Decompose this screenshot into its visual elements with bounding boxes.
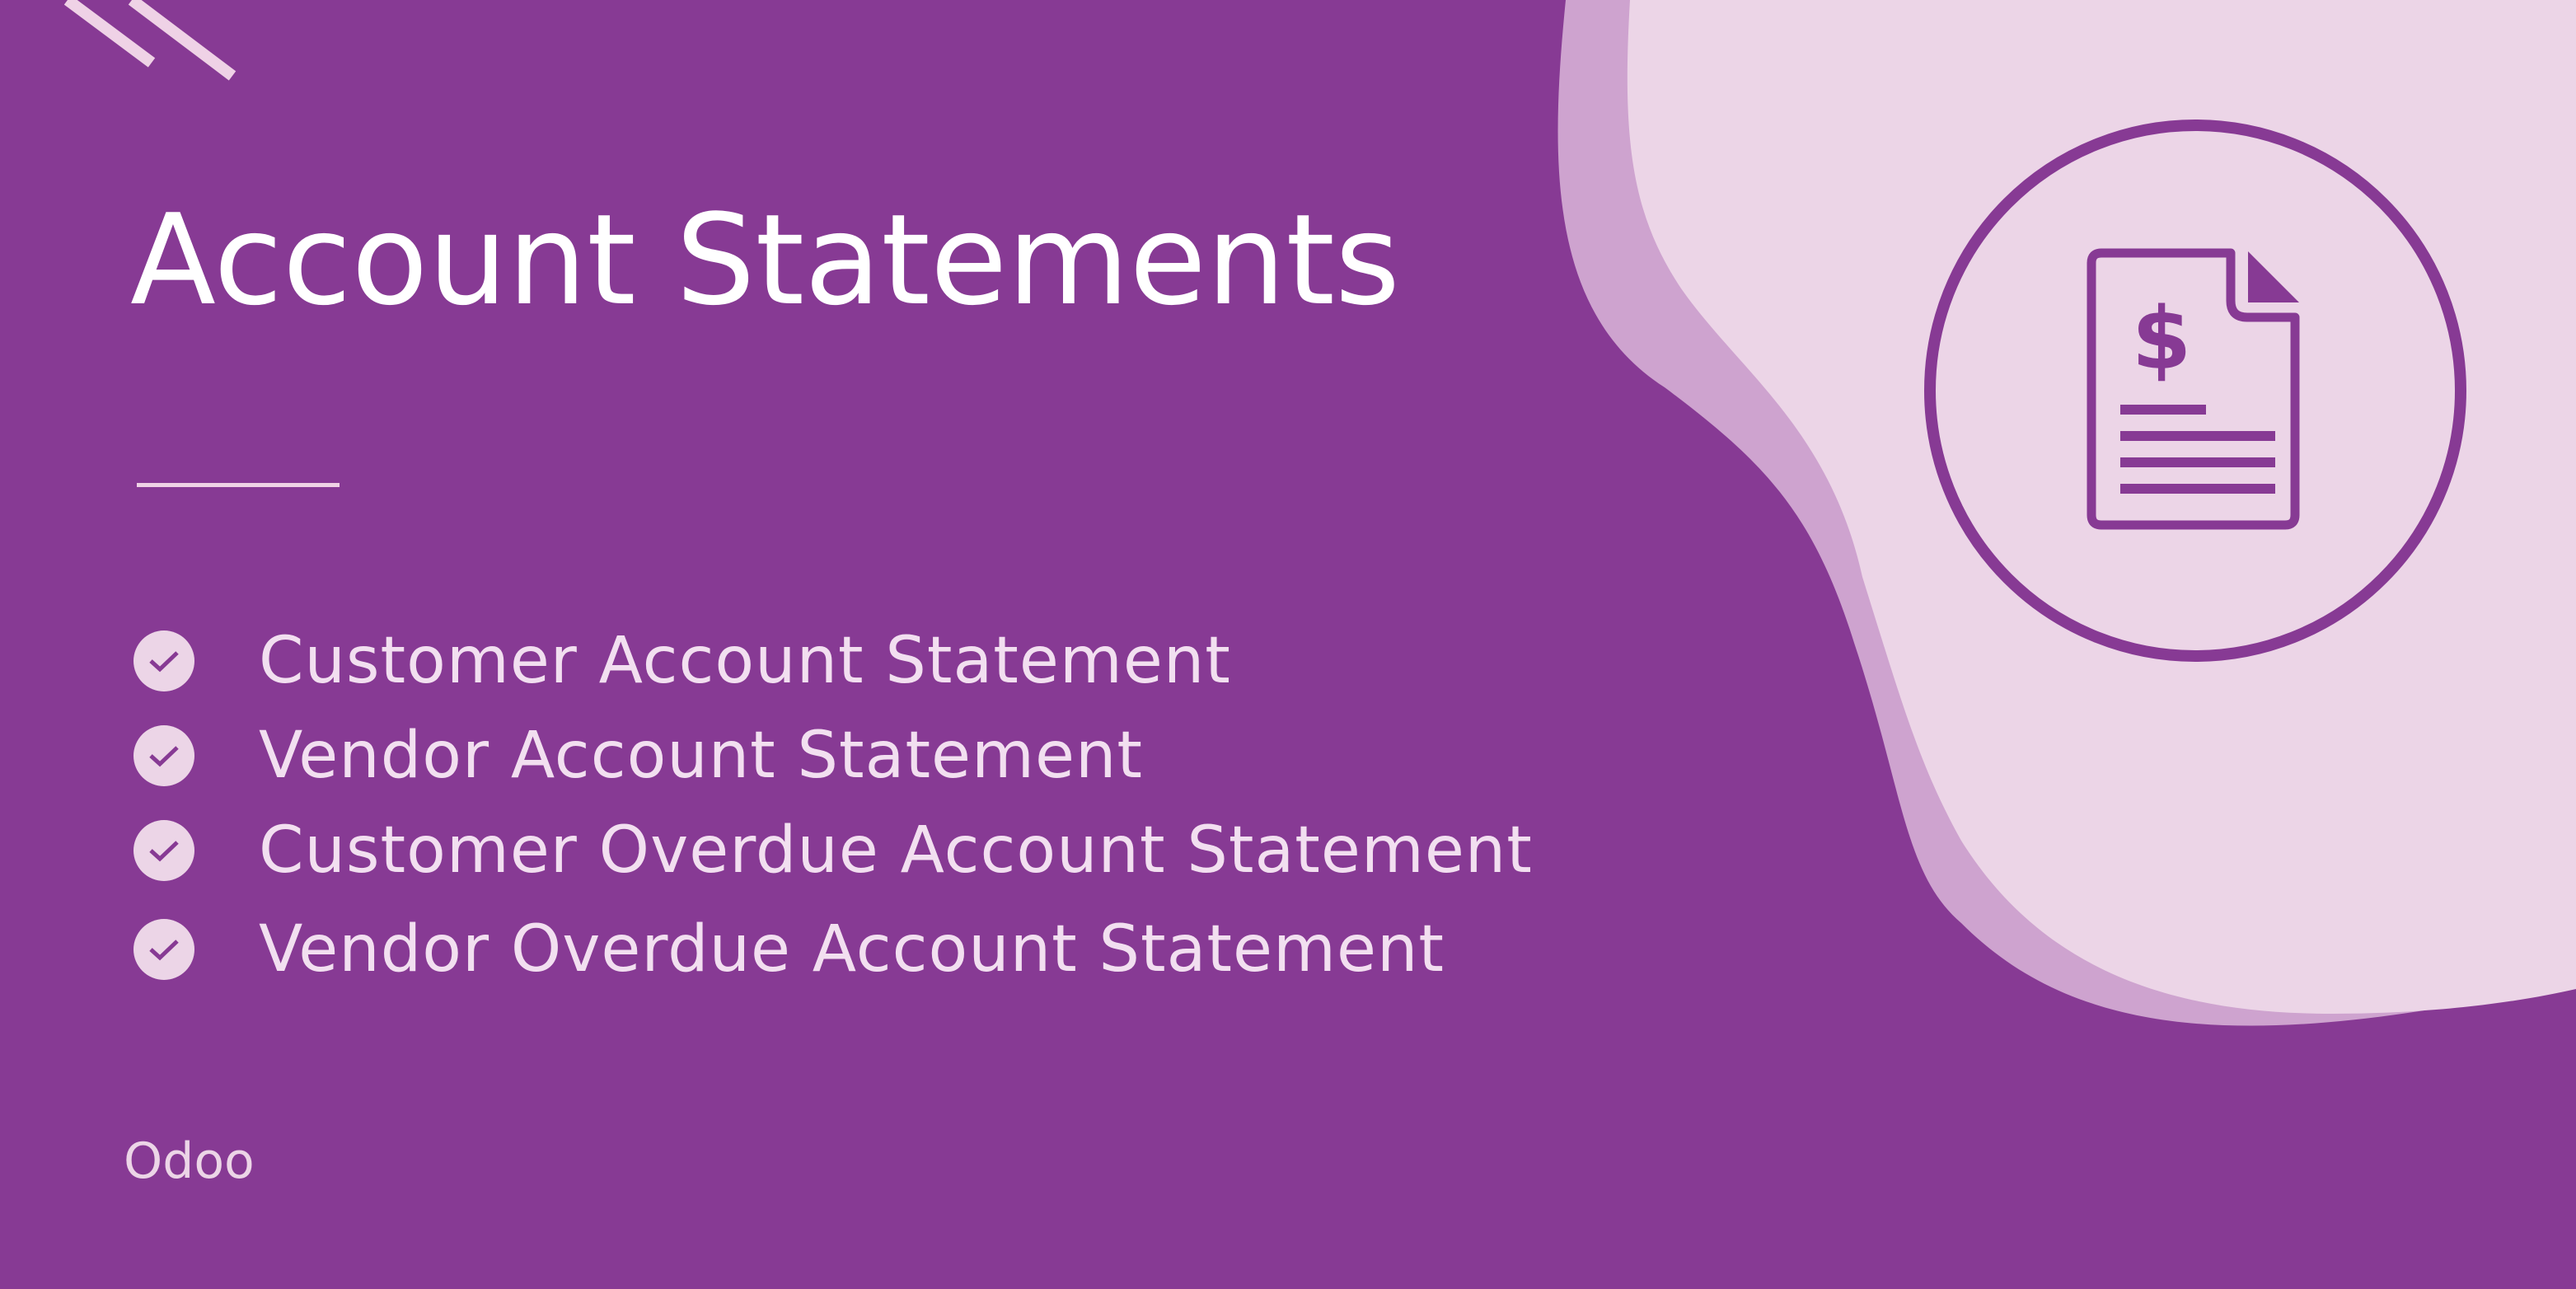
list-item: Customer Account Statement [133,613,1533,708]
decorative-lines [63,0,237,81]
check-icon [133,918,194,980]
brand-name: Odoo [124,1132,255,1190]
list-item: Vendor Account Statement [133,708,1533,803]
title-divider [137,483,340,487]
page-title: Account Statements [130,187,1401,333]
list-item: Vendor Overdue Account Statement [133,902,1533,996]
check-icon [133,819,194,881]
check-icon [133,630,194,691]
feature-label: Vendor Account Statement [259,718,1144,793]
feature-label: Customer Overdue Account Statement [259,813,1533,888]
dollar-icon: $ [2132,288,2191,389]
feature-list: Customer Account Statement Vendor Accoun… [133,613,1533,996]
invoice-document-icon: $ [1924,120,2466,662]
feature-label: Customer Account Statement [259,623,1231,698]
check-icon [133,724,194,786]
list-item: Customer Overdue Account Statement [133,803,1533,898]
feature-label: Vendor Overdue Account Statement [259,912,1445,987]
